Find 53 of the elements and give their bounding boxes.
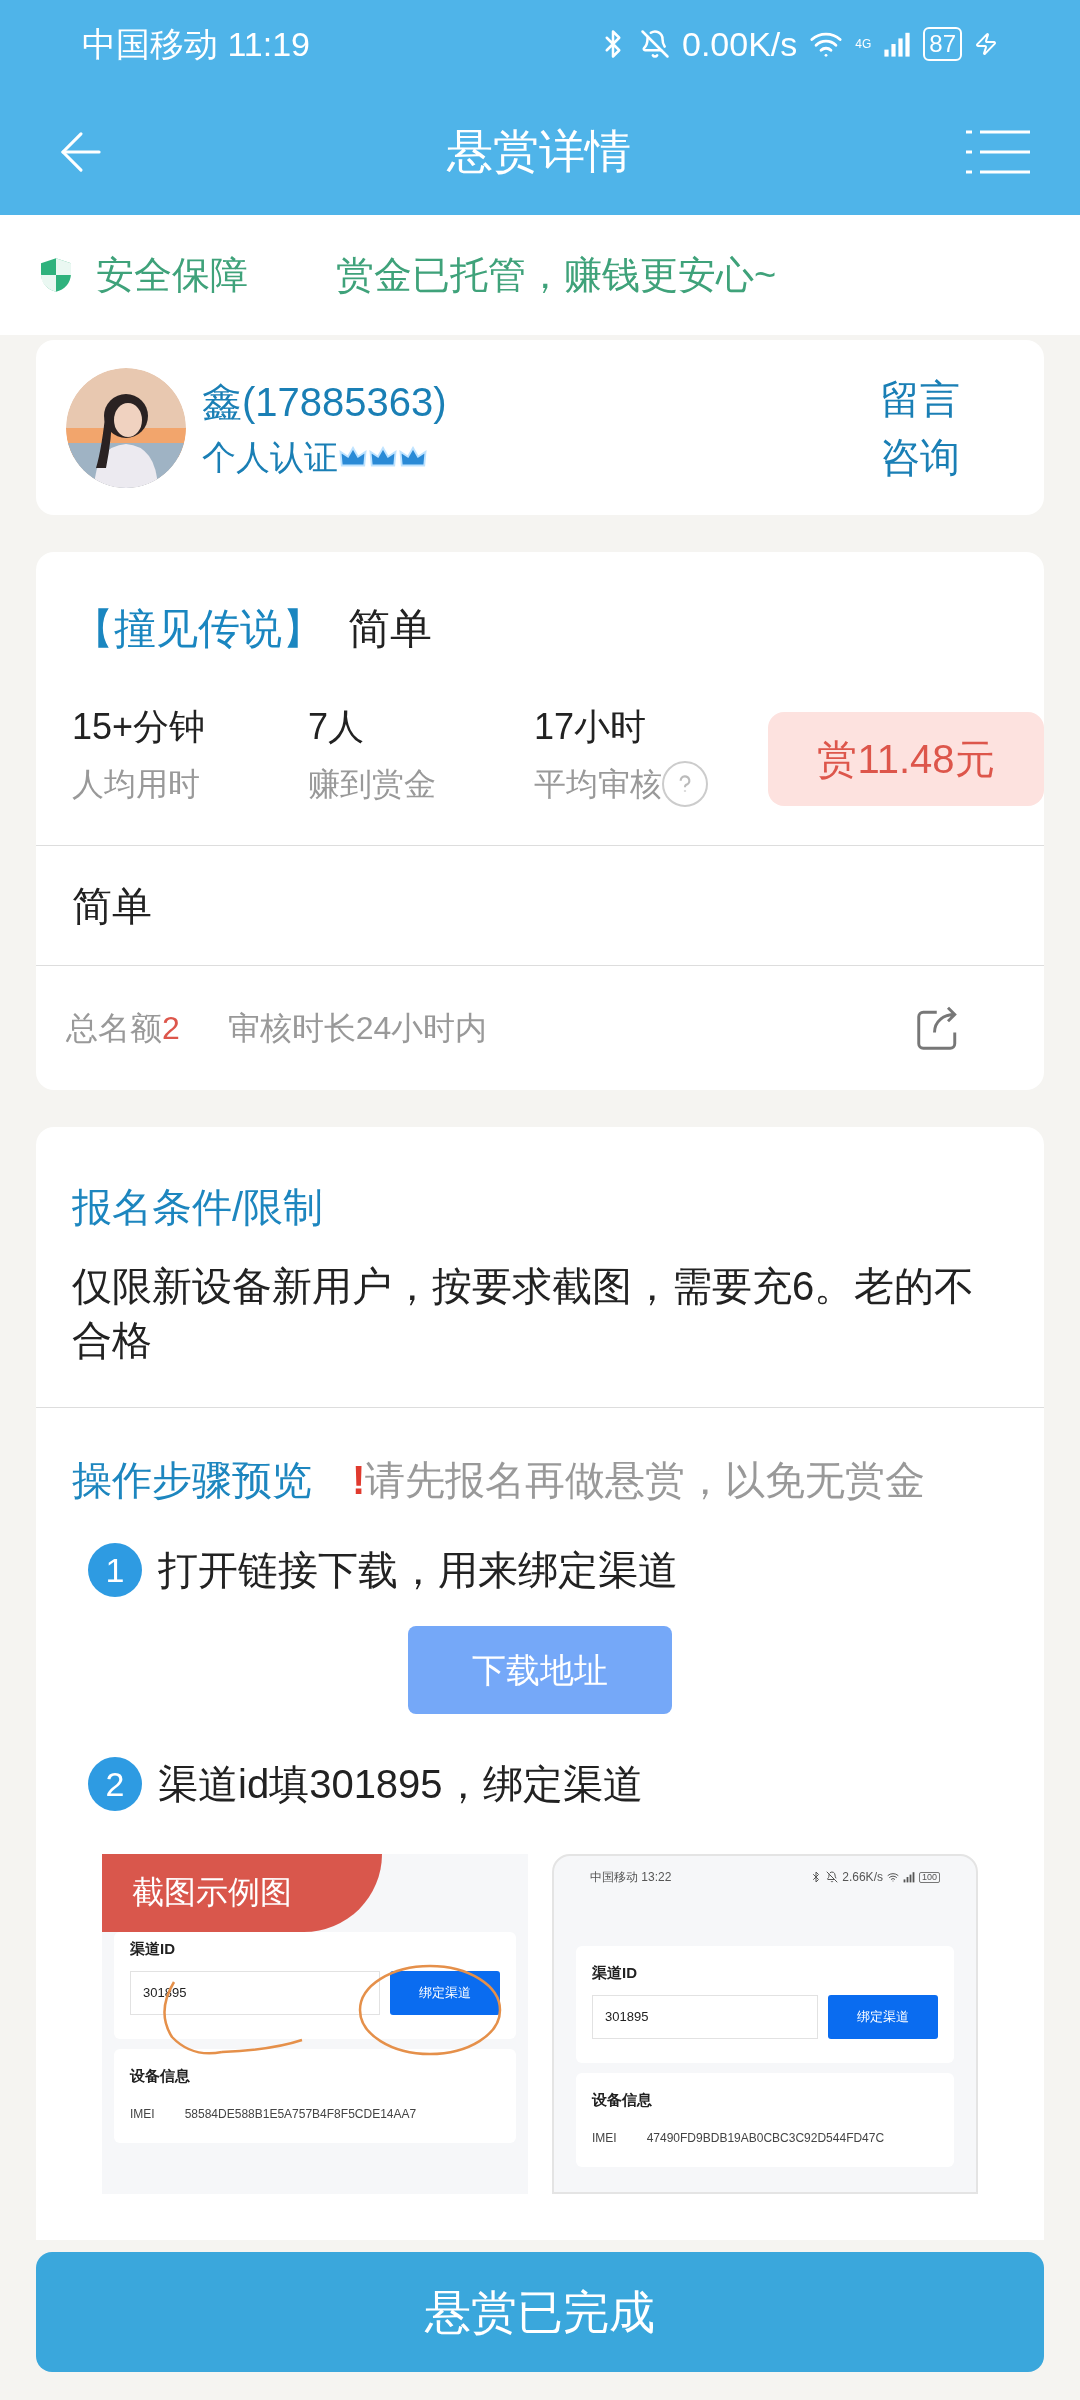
steps-warning: 请先报名再做悬赏，以免无赏金 [365, 1457, 926, 1504]
example-field-label: 渠道ID [592, 1963, 638, 1983]
stat-label: 赚到赏金 [308, 765, 436, 804]
example-status-speed: 2.66K/s [842, 1869, 883, 1886]
example-imei-value: 58584DE588B1E5A757B4F8F5CDE14AA7 [184, 2106, 417, 2123]
quota-count: 2 [162, 1009, 180, 1048]
battery-indicator: 87 [923, 27, 962, 61]
stat-value: 7人 [308, 705, 366, 749]
signal-icon [902, 1871, 915, 1883]
quota-label: 总名额 [66, 1009, 162, 1048]
step-number: 2 [88, 1757, 142, 1811]
example-section-title: 设备信息 [130, 2065, 191, 2086]
example-field-label: 渠道ID [130, 1939, 176, 1959]
task-description: 简单 [72, 882, 152, 930]
network-type: 4G [855, 35, 872, 53]
bell-off-icon [826, 1871, 839, 1883]
step-text: 打开链接下载，用来绑定渠道 [158, 1547, 678, 1594]
completed-button[interactable]: 悬赏已完成 [36, 2252, 1044, 2372]
warning-mark: ! [352, 1457, 366, 1504]
example-banner: 截图示例图 [102, 1854, 382, 1932]
example-status-time: 中国移动 13:22 [590, 1869, 672, 1886]
conditions-title: 报名条件/限制 [72, 1184, 325, 1231]
stat-value: 17小时 [534, 705, 648, 749]
stat-label: 平均审核 [534, 765, 662, 804]
download-button[interactable]: 下载地址 [408, 1626, 672, 1714]
stat-value: 15+分钟 [72, 705, 207, 749]
signal-icon [883, 30, 912, 58]
wifi-icon [886, 1871, 899, 1883]
step-number: 1 [88, 1543, 142, 1597]
reward-badge: 赏11.48元 [768, 712, 1044, 806]
help-icon[interactable] [662, 761, 708, 807]
task-title: 简单 [348, 604, 432, 654]
bell-off-icon [639, 29, 670, 59]
stat-label: 人均用时 [72, 765, 200, 804]
example-imei-label: IMEI [592, 2130, 617, 2147]
conditions-text: 仅限新设备新用户，按要求截图，需要充6。老的不合格 [72, 1263, 976, 1364]
network-speed: 0.00K/s [681, 23, 798, 65]
charging-icon [974, 32, 998, 56]
task-category: 【撞见传说】 [72, 604, 324, 654]
verification-label: 个人认证 [202, 437, 338, 478]
example-imei-label: IMEI [130, 2106, 155, 2123]
page-title: 悬赏详情 [447, 124, 631, 179]
example-section-title: 设备信息 [592, 2089, 653, 2110]
example-imei-value: 47490FD9BDB19AB0CBC3C92D544FD47C [646, 2130, 885, 2147]
safety-message: 赏金已托管，赚钱更安心~ [336, 252, 777, 298]
status-carrier-time: 中国移动 11:19 [82, 23, 310, 65]
review-time: 审核时长24小时内 [227, 1009, 488, 1048]
safety-label: 安全保障 [96, 252, 248, 298]
step-text: 渠道id填301895，绑定渠道 [158, 1761, 643, 1808]
contact-button[interactable]: 留言咨询 [880, 369, 970, 486]
steps-title: 操作步骤预览 [72, 1457, 312, 1504]
publisher-name: 鑫(17885363) [202, 379, 448, 426]
example-battery: 100 [918, 1871, 940, 1883]
